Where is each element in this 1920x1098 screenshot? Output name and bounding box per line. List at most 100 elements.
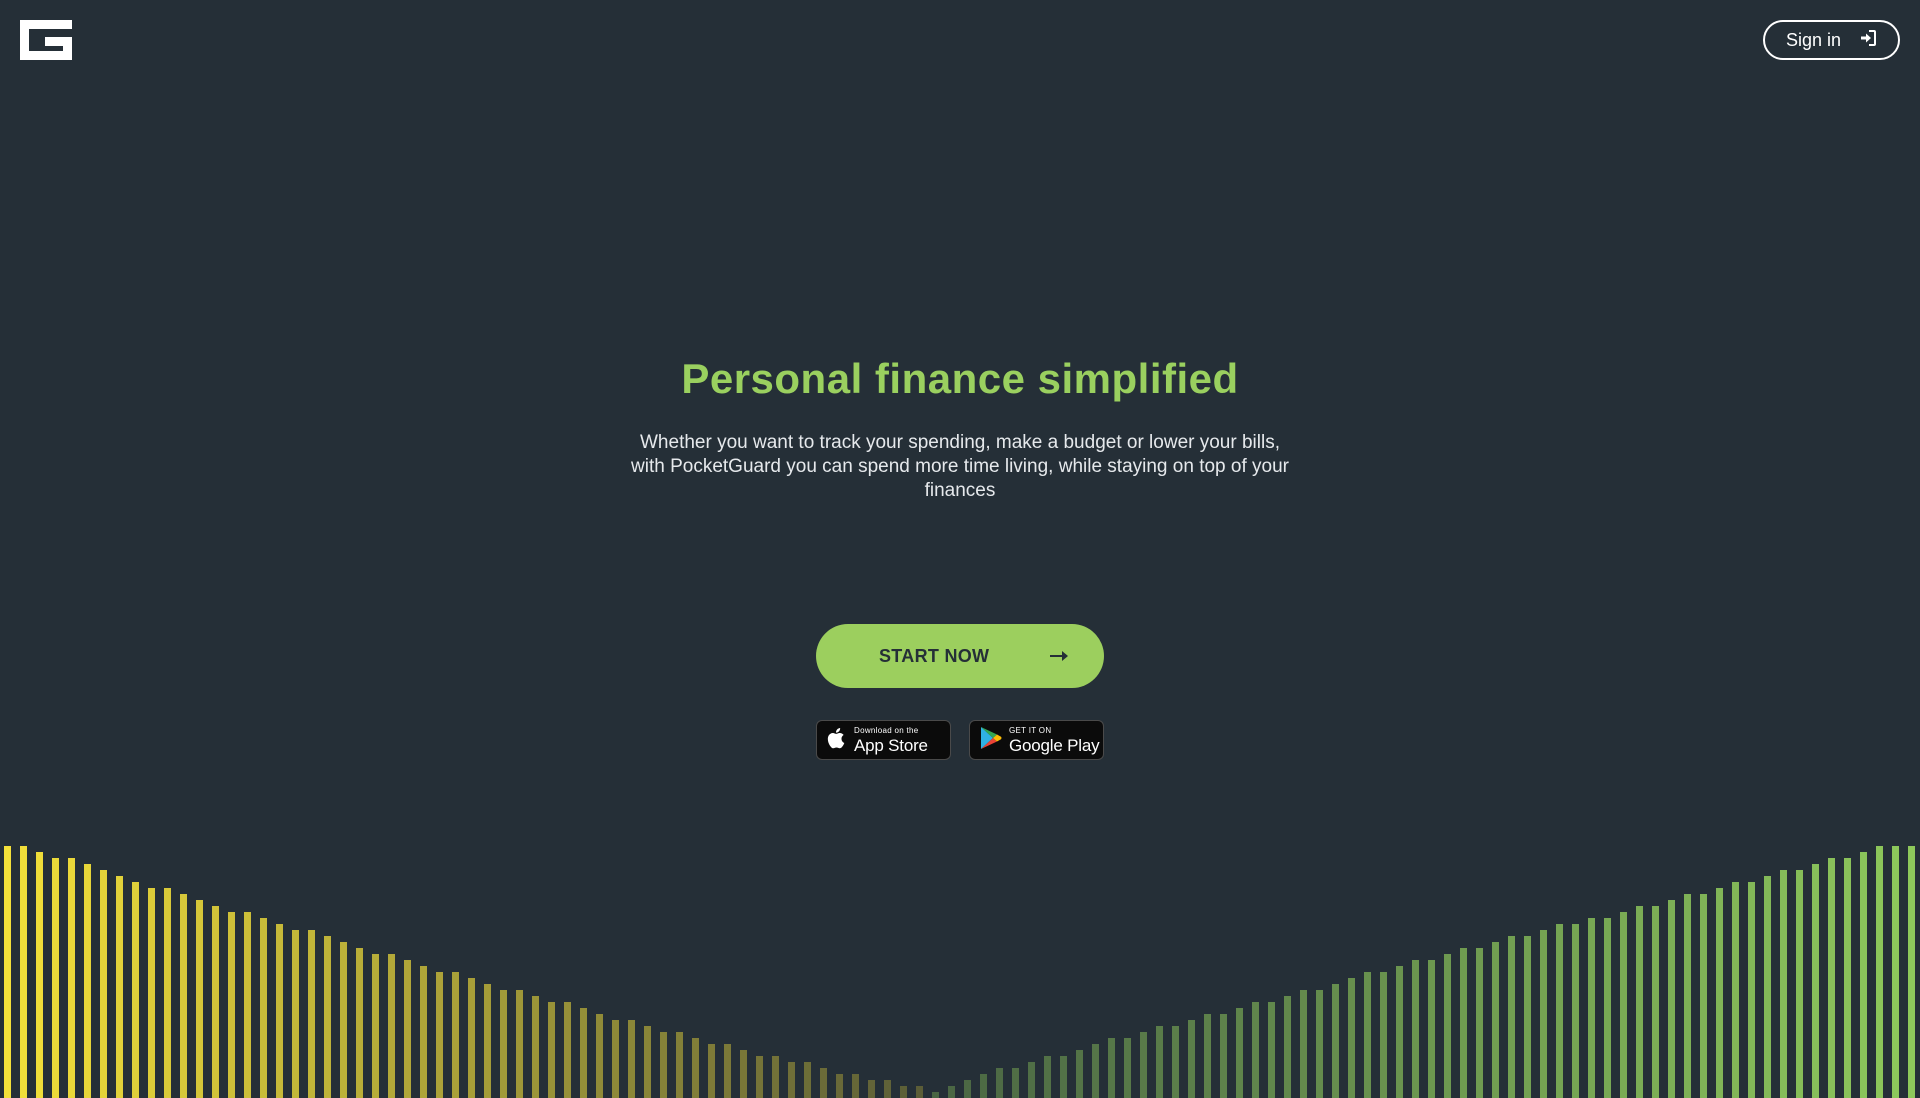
decorative-bar (932, 1092, 939, 1098)
decorative-bar (324, 936, 331, 1098)
decorative-bar (628, 1020, 635, 1098)
decorative-bar (1828, 858, 1835, 1098)
app-store-big-text: App Store (854, 735, 928, 755)
decorative-bar (1908, 846, 1915, 1098)
page-title: Personal finance simplified (681, 355, 1239, 402)
decorative-bar (228, 912, 235, 1098)
sign-in-label: Sign in (1785, 29, 1842, 50)
decorative-bar (68, 858, 75, 1098)
decorative-bar (1044, 1056, 1051, 1098)
decorative-bar (1668, 900, 1675, 1098)
decorative-bar (1284, 996, 1291, 1098)
decorative-bar (1444, 954, 1451, 1098)
decorative-bar (516, 990, 523, 1098)
decorative-bar (212, 906, 219, 1098)
decorative-bar (1876, 846, 1883, 1098)
decorative-bar (612, 1020, 619, 1098)
decorative-bar (724, 1044, 731, 1098)
decorative-bar (884, 1080, 891, 1098)
sign-in-button[interactable]: Sign in (1763, 20, 1900, 60)
decorative-bar (196, 900, 203, 1098)
decorative-bar (900, 1086, 907, 1098)
decorative-bar (292, 930, 299, 1098)
sign-in-icon (1859, 29, 1877, 52)
app-store-badge[interactable]: Download on the App Store (816, 720, 951, 760)
decorative-bar (580, 1008, 587, 1098)
start-now-button[interactable]: START NOW (816, 624, 1104, 688)
decorative-bar (1092, 1044, 1099, 1098)
decorative-bar (1652, 906, 1659, 1098)
decorative-bar (676, 1032, 683, 1098)
decorative-bar (1236, 1008, 1243, 1098)
decorative-bar (84, 864, 91, 1098)
decorative-bar (1268, 1002, 1275, 1098)
google-play-badge[interactable]: GET IT ON Google Play (969, 720, 1104, 760)
decorative-bar (1620, 912, 1627, 1098)
decorative-bar (452, 972, 459, 1098)
decorative-bar (1460, 948, 1467, 1098)
decorative-bar (1780, 870, 1787, 1098)
decorative-bar (132, 882, 139, 1098)
decorative-bar (1412, 960, 1419, 1098)
decorative-bar (260, 918, 267, 1098)
decorative-bar (1076, 1050, 1083, 1098)
decorative-bar (804, 1062, 811, 1098)
decorative-bar (1812, 864, 1819, 1098)
decorative-bar (356, 948, 363, 1098)
decorative-bar (1172, 1026, 1179, 1098)
decorative-bar (692, 1038, 699, 1098)
decorative-bar (1700, 894, 1707, 1098)
decorative-bar (1556, 924, 1563, 1098)
decorative-bar (1764, 876, 1771, 1098)
decorative-bar (756, 1056, 763, 1098)
decorative-bar (404, 960, 411, 1098)
decorative-bar (4, 846, 11, 1098)
decorative-bar (100, 870, 107, 1098)
decorative-bar (1364, 972, 1371, 1098)
decorative-bar (244, 912, 251, 1098)
decorative-bar (52, 858, 59, 1098)
decorative-bar (788, 1062, 795, 1098)
decorative-bar (180, 894, 187, 1098)
decorative-bar (1300, 990, 1307, 1098)
decorative-bar (372, 954, 379, 1098)
decorative-bar (1348, 978, 1355, 1098)
decorative-bar (1604, 918, 1611, 1098)
decorative-bar (852, 1074, 859, 1098)
decorative-bar (1204, 1014, 1211, 1098)
hero-subtitle: Whether you want to track your spending,… (631, 432, 1289, 501)
decorative-bar (1252, 1002, 1259, 1098)
decorative-bar (820, 1068, 827, 1098)
decorative-bars (4, 846, 1915, 1098)
decorative-bar (20, 846, 27, 1098)
decorative-bar (836, 1074, 843, 1098)
decorative-bar (308, 930, 315, 1098)
decorative-bar (564, 1002, 571, 1098)
apple-icon (827, 726, 847, 755)
decorative-bar (1732, 882, 1739, 1098)
decorative-bar (164, 888, 171, 1098)
decorative-bar (1428, 960, 1435, 1098)
decorative-bar (1716, 888, 1723, 1098)
decorative-bar (948, 1086, 955, 1098)
decorative-bar (532, 996, 539, 1098)
decorative-bar (1124, 1038, 1131, 1098)
decorative-bar (1028, 1062, 1035, 1098)
decorative-bar (1860, 852, 1867, 1098)
decorative-bar (1396, 966, 1403, 1098)
decorative-bar (1684, 894, 1691, 1098)
decorative-bar (964, 1080, 971, 1098)
decorative-bar (484, 984, 491, 1098)
decorative-bar (1572, 924, 1579, 1098)
decorative-bar (1892, 846, 1899, 1098)
decorative-bar (660, 1032, 667, 1098)
decorative-bar (420, 966, 427, 1098)
decorative-bar (1492, 942, 1499, 1098)
decorative-bar (980, 1074, 987, 1098)
decorative-bar (644, 1026, 651, 1098)
decorative-bar (1332, 984, 1339, 1098)
pocketguard-logo-icon[interactable] (20, 20, 72, 60)
decorative-bar (148, 888, 155, 1098)
decorative-bar (1316, 990, 1323, 1098)
decorative-bar (1844, 858, 1851, 1098)
